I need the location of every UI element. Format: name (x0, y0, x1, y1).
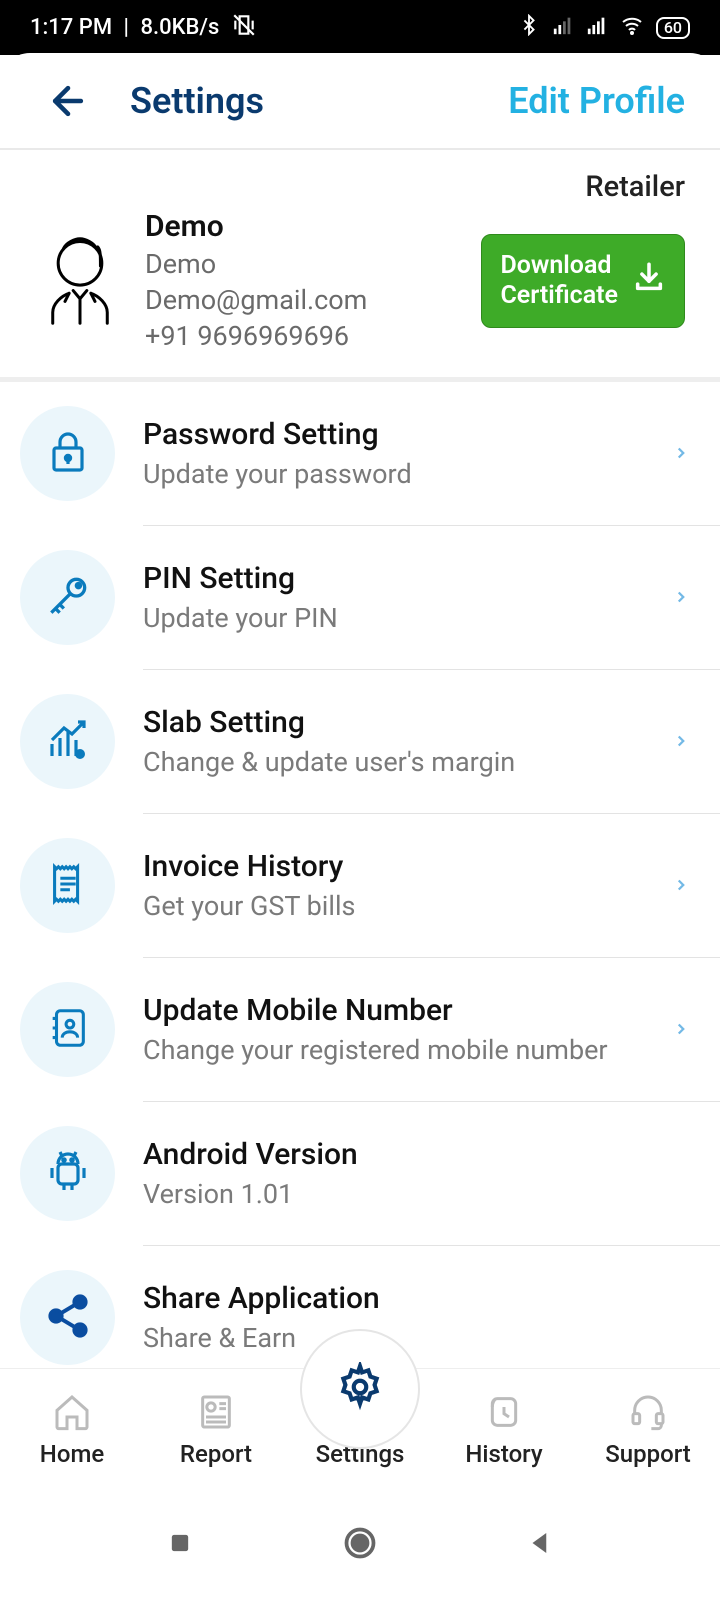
bottom-nav: Home Report Settings History Support (0, 1368, 720, 1488)
nav-label: Home (40, 1440, 104, 1468)
battery-icon: 60 (656, 17, 690, 39)
chevron-right-icon (672, 440, 690, 468)
invoice-icon (45, 861, 91, 911)
headset-icon (626, 1390, 670, 1434)
signal-icon-1 (552, 14, 574, 42)
edit-profile-link[interactable]: Edit Profile (508, 80, 685, 122)
key-icon (43, 571, 93, 625)
profile-section: Retailer Demo Demo Demo@gmail.com +9 (0, 150, 720, 382)
wifi-icon (620, 13, 644, 43)
item-title: Update Mobile Number (143, 993, 662, 1028)
nav-history[interactable]: History (432, 1369, 576, 1488)
page-title: Settings (130, 80, 508, 122)
item-invoice-history[interactable]: Invoice History Get your GST bills (0, 814, 720, 957)
item-update-mobile[interactable]: Update Mobile Number Change your registe… (0, 958, 720, 1101)
nav-home[interactable]: Home (0, 1369, 144, 1488)
item-title: Password Setting (143, 417, 662, 452)
android-icon (44, 1148, 92, 1200)
nav-center-bump (300, 1329, 420, 1449)
item-sub: Get your GST bills (143, 890, 662, 922)
back-button[interactable] (45, 78, 90, 123)
profile-company: Demo (145, 248, 461, 280)
status-bar: 1:17 PM | 8.0KB/s 60 (0, 0, 720, 55)
settings-list: Password Setting Update your password PI… (0, 382, 720, 1368)
item-pin-setting[interactable]: PIN Setting Update your PIN (0, 526, 720, 669)
role-label: Retailer (35, 170, 685, 204)
item-sub: Update your password (143, 458, 662, 490)
item-android-version[interactable]: Android Version Version 1.01 (0, 1102, 720, 1245)
item-sub: Update your PIN (143, 602, 662, 634)
nav-support[interactable]: Support (576, 1369, 720, 1488)
chart-up-icon (44, 716, 92, 768)
sys-recent-button[interactable] (160, 1523, 200, 1563)
item-sub: Change your registered mobile number (143, 1034, 662, 1066)
item-sub: Share & Earn (143, 1322, 690, 1354)
chevron-right-icon (672, 584, 690, 612)
chevron-right-icon (672, 1016, 690, 1044)
status-net-speed: 8.0KB/s (140, 15, 219, 40)
vibrate-off-icon (231, 12, 257, 44)
profile-name: Demo (145, 209, 461, 244)
nav-label: History (465, 1440, 542, 1468)
item-slab-setting[interactable]: Slab Setting Change & update user's marg… (0, 670, 720, 813)
nav-label: Support (605, 1440, 691, 1468)
nav-label: Report (180, 1440, 252, 1468)
item-password-setting[interactable]: Password Setting Update your password (0, 382, 720, 525)
bluetooth-icon (518, 14, 540, 42)
download-icon (632, 260, 666, 302)
download-line2: Certificate (500, 281, 618, 311)
header: Settings Edit Profile (0, 53, 720, 150)
nav-report[interactable]: Report (144, 1369, 288, 1488)
system-nav-bar (0, 1488, 720, 1598)
signal-icon-2 (586, 14, 608, 42)
download-line1: Download (500, 251, 618, 281)
history-icon (482, 1390, 526, 1434)
item-sub: Change & update user's margin (143, 746, 662, 778)
home-icon (50, 1390, 94, 1434)
item-title: Android Version (143, 1137, 690, 1172)
chevron-right-icon (672, 728, 690, 756)
contact-book-icon (45, 1005, 91, 1055)
item-title: Share Application (143, 1281, 690, 1316)
profile-phone: +91 9696969696 (145, 320, 461, 352)
gear-icon (335, 1362, 385, 1416)
item-title: PIN Setting (143, 561, 662, 596)
item-title: Slab Setting (143, 705, 662, 740)
app-frame: Settings Edit Profile Retailer Demo (0, 53, 720, 1488)
lock-icon (44, 428, 92, 480)
item-title: Invoice History (143, 849, 662, 884)
sys-back-button[interactable] (520, 1523, 560, 1563)
report-icon (194, 1390, 238, 1434)
sys-home-button[interactable] (340, 1523, 380, 1563)
download-certificate-button[interactable]: Download Certificate (481, 234, 685, 328)
status-time: 1:17 PM (30, 15, 112, 40)
share-icon (44, 1292, 92, 1344)
item-sub: Version 1.01 (143, 1178, 690, 1210)
avatar-icon (35, 236, 125, 326)
profile-email: Demo@gmail.com (145, 284, 461, 316)
chevron-right-icon (672, 872, 690, 900)
